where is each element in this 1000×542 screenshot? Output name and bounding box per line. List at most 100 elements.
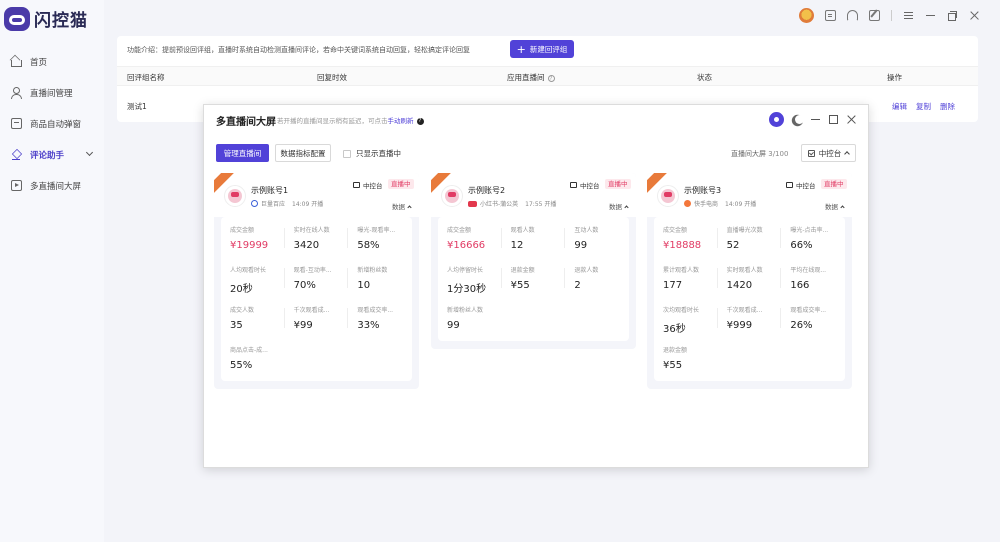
live-status-badge: 直播中 [605, 179, 631, 189]
metric: 观看人数 12 [502, 217, 566, 257]
sidebar-item-multi-room-screen[interactable]: 多直播间大屏 [0, 170, 104, 201]
card-header: 示例账号2 小红书-蒲公英 17:55 开播 中控台 直播中 数据 [431, 173, 636, 217]
metric: 商品点击-成... 55% [230, 347, 268, 371]
metrics-panel: 成交金额 ¥16666 观看人数 12 互动人数 99 人均停留时长 1分30秒 退款金… [438, 217, 629, 341]
table-cell-name: 测试1 [127, 102, 147, 111]
edit-icon[interactable] [869, 10, 880, 21]
copy-link[interactable]: 复制 [916, 101, 931, 112]
dark-mode-icon[interactable] [795, 115, 804, 124]
layers-icon [11, 149, 22, 160]
account-avatar [657, 185, 679, 207]
metrics-panel: 成交金额 ¥19999 实时在线人数 3420 曝光-观看率... 58% 人均观看时… [221, 217, 412, 381]
column-header: 回评组名称 [127, 73, 165, 82]
data-toggle[interactable]: 数据 [392, 201, 412, 211]
sidebar-item-product-popup[interactable]: 商品自动弹窗 [0, 108, 104, 139]
metric: 退款人数 2 [574, 267, 599, 291]
sidebar-item-label: 多直播间大屏 [30, 181, 82, 192]
column-header: 状态 [697, 73, 712, 82]
column-header: 应用直播间? [507, 72, 555, 83]
metric: 退款金额 ¥55 [502, 257, 566, 297]
topbar-actions [799, 8, 980, 23]
restore-icon[interactable] [947, 10, 958, 21]
live-room-card: 示例账号2 小红书-蒲公英 17:55 开播 中控台 直播中 数据 成交金额 ¥1… [431, 173, 636, 349]
sidebar-item-comment-assistant[interactable]: 评论助手 [0, 139, 104, 170]
metric: 实时在线人数 3420 [285, 217, 349, 257]
metric: 退款金额 ¥55 [663, 347, 688, 371]
edit-link[interactable]: 编辑 [892, 101, 907, 112]
live-room-card: 示例账号1 巨量百应 14:09 开播 中控台 直播中 数据 成交金额 ¥1999… [214, 173, 419, 389]
metrics-grid: 成交金额 ¥19999 实时在线人数 3420 曝光-观看率... 58% 人均观看时… [221, 217, 412, 377]
dialog-title: 多直播间大屏 [216, 117, 276, 128]
minimize-icon[interactable] [811, 115, 820, 124]
platform-icon [468, 200, 477, 207]
sidebar-item-home[interactable]: 首页 [0, 46, 104, 77]
multi-room-screen-dialog: 多直播间大屏 若开播的直播间显示稍有延迟，可点击手动刷新? 管理直播间 数据指标… [203, 104, 869, 468]
metric: 直播曝光次数 52 [718, 217, 782, 257]
dialog-window-controls [769, 112, 856, 127]
control-panel-link[interactable]: 中控台 [786, 180, 816, 190]
metrics-grid: 成交金额 ¥18888 直播曝光次数 52 曝光-点击率... 66% 累计观看人数 1… [654, 217, 845, 377]
checkbox[interactable] [343, 149, 351, 158]
monitor-icon [570, 182, 577, 188]
sidebar: 闪控猫 首页 直播间管理 商品自动弹窗 评论助手 多直播间大屏 [0, 0, 104, 542]
metric: 观看成交率... 33% [357, 307, 394, 331]
control-panel-link[interactable]: 中控台 [353, 180, 383, 190]
minimize-icon[interactable] [925, 10, 936, 21]
dialog-subtitle: 若开播的直播间显示稍有延迟，可点击手动刷新? [277, 115, 424, 125]
close-icon[interactable] [847, 115, 856, 124]
chevron-up-icon [844, 151, 851, 157]
divider [891, 10, 892, 21]
metric: 新增粉丝数 10 [357, 267, 388, 291]
document-icon[interactable] [825, 10, 836, 21]
account-name: 示例账号1 [251, 186, 289, 195]
metric: 平均在线观... 166 [790, 267, 827, 291]
metric: 成交金额 ¥19999 [221, 217, 285, 257]
metric: 观看-互动率... 70% [285, 257, 349, 297]
metrics-config-button[interactable]: 数据指标配置 [275, 144, 331, 162]
manual-refresh-link[interactable]: 手动刷新 [388, 117, 414, 125]
account-meta: 小红书-蒲公英 17:55 开播 [468, 199, 556, 208]
avatar[interactable] [799, 8, 814, 23]
chevron-down-icon[interactable] [85, 148, 94, 157]
metric: 成交金额 ¥16666 [438, 217, 502, 257]
sidebar-item-live-room-management[interactable]: 直播间管理 [0, 77, 104, 108]
topbar [104, 0, 1000, 32]
data-toggle[interactable]: 数据 [609, 201, 629, 211]
light-mode-icon[interactable] [769, 112, 784, 127]
control-panel-select[interactable]: 中控台 [801, 144, 856, 162]
data-toggle[interactable]: 数据 [825, 201, 845, 211]
live-status-badge: 直播中 [388, 179, 414, 189]
chevron-up-icon [840, 204, 845, 210]
sidebar-item-label: 评论助手 [30, 150, 65, 161]
user-icon [11, 87, 22, 99]
delete-link[interactable]: 删除 [940, 101, 955, 112]
metric: 累计观看人数 177 [654, 257, 718, 297]
account-meta: 快手电商 14:09 开播 [684, 199, 756, 208]
live-only-checkbox[interactable]: 只显示直播中 [343, 148, 401, 159]
info-icon[interactable]: ? [416, 117, 424, 125]
monitor-icon [353, 182, 360, 188]
close-icon[interactable] [969, 10, 980, 21]
column-header: 操作 [887, 73, 902, 82]
metric: 曝光-点击率... 66% [790, 227, 829, 251]
checkbox-icon [807, 149, 815, 157]
manage-live-rooms-button[interactable]: 管理直播间 [216, 144, 269, 162]
table-header: 回评组名称 回复时效 应用直播间? 状态 操作 [117, 66, 978, 86]
monitor-icon [786, 182, 793, 188]
sidebar-nav: 首页 直播间管理 商品自动弹窗 评论助手 多直播间大屏 [0, 46, 104, 201]
new-reply-group-button[interactable]: + 新建回评组 [510, 40, 574, 58]
help-icon[interactable]: ? [547, 74, 555, 82]
maximize-icon[interactable] [829, 115, 838, 124]
metric: 人均停留时长 1分30秒 [438, 257, 502, 297]
metric: 成交人数 35 [221, 297, 285, 337]
control-panel-link[interactable]: 中控台 [570, 180, 600, 190]
app-logo: 闪控猫 [4, 6, 88, 31]
menu-icon[interactable] [903, 10, 914, 21]
headset-icon[interactable] [847, 10, 858, 21]
sidebar-item-label: 商品自动弹窗 [30, 119, 82, 130]
chevron-up-icon [407, 204, 412, 210]
column-header: 回复时效 [317, 73, 347, 82]
screen-count: 直播间大屏 3/100 [731, 150, 789, 158]
box-icon [11, 118, 22, 129]
account-avatar [441, 185, 463, 207]
